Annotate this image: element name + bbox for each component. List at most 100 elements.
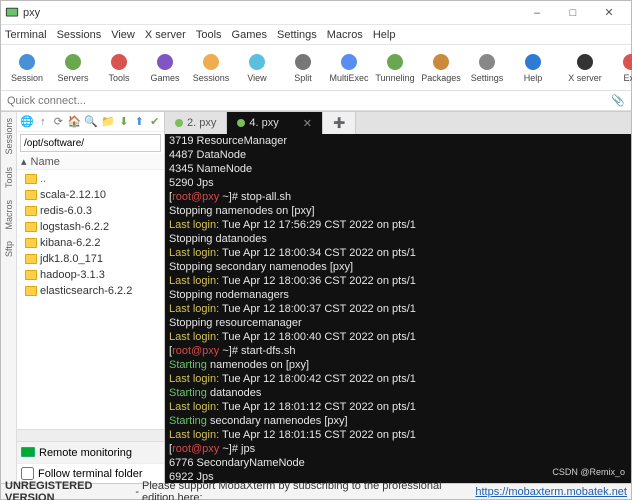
ok-icon: ✔	[149, 115, 161, 129]
sftp-panel: 🌐 ↑ ⟳ 🏠 🔍 📁 ⬇ ⬆ ✔ ▴Name ..scala-2.12.10r…	[17, 112, 165, 483]
folder-icon	[25, 206, 37, 216]
globe-icon[interactable]: 🌐	[20, 115, 34, 129]
path-field[interactable]	[20, 134, 161, 152]
menu-games[interactable]: Games	[232, 29, 267, 41]
quick-connect-label[interactable]: Quick connect...	[7, 95, 86, 107]
refresh-icon[interactable]: ⟳	[52, 115, 64, 129]
close-button[interactable]: ✕	[591, 2, 627, 24]
toolbar-exit-button[interactable]: Exit	[611, 52, 632, 83]
tab-inactive[interactable]: 2. pxy	[165, 112, 227, 134]
folder-icon[interactable]: 📁	[101, 115, 115, 129]
tab-active[interactable]: 4. pxy✕	[227, 112, 323, 134]
up-icon[interactable]: ↑	[37, 115, 49, 129]
file-node[interactable]: jdk1.8.0_171	[19, 251, 162, 267]
status-dot-icon	[237, 119, 245, 127]
sidetab-sessions[interactable]: Sessions	[4, 112, 14, 161]
menubar: Terminal Sessions View X server Tools Games Se…	[1, 25, 631, 45]
exit-icon	[621, 52, 632, 72]
servers-icon	[63, 52, 83, 72]
quick-connect-bar: Quick connect... 📎	[1, 91, 631, 111]
split-icon	[293, 52, 313, 72]
tools-icon	[109, 52, 129, 72]
folder-icon	[25, 238, 37, 248]
home-icon[interactable]: 🏠	[68, 115, 82, 129]
folder-icon	[25, 254, 37, 264]
attach-icon[interactable]: 📎	[611, 94, 625, 107]
sidetab-tools[interactable]: Tools	[4, 161, 14, 194]
path-input[interactable]	[21, 137, 160, 150]
folder-icon	[25, 190, 37, 200]
menu-sessions[interactable]: Sessions	[57, 29, 102, 41]
maximize-button[interactable]: □	[555, 2, 591, 24]
toolbar-session-button[interactable]: Session	[7, 52, 47, 83]
terminal[interactable]: 3719 ResourceManager 4487 DataNode 4345 …	[165, 134, 631, 483]
toolbar-sessions-button[interactable]: Sessions	[191, 52, 231, 83]
main-body: SessionsToolsMacrosSftp 🌐 ↑ ⟳ 🏠 🔍 📁 ⬇ ⬆ …	[1, 111, 631, 483]
sidetab-sftp[interactable]: Sftp	[4, 235, 14, 263]
packages-icon	[431, 52, 451, 72]
sessions-icon	[201, 52, 221, 72]
menu-terminal[interactable]: Terminal	[5, 29, 47, 41]
list-header: ▴Name	[17, 154, 164, 170]
unregistered-label: UNREGISTERED VERSION	[5, 480, 132, 500]
upload-icon[interactable]: ⬆	[133, 115, 145, 129]
search-icon[interactable]: 🔍	[84, 115, 98, 129]
folder-icon	[25, 286, 37, 296]
toolbar-games-button[interactable]: Games	[145, 52, 185, 83]
toolbar-view-button[interactable]: View	[237, 52, 277, 83]
games-icon	[155, 52, 175, 72]
toolbar-tools-button[interactable]: Tools	[99, 52, 139, 83]
toolbar-tunneling-button[interactable]: Tunneling	[375, 52, 415, 83]
menu-macros[interactable]: Macros	[327, 29, 363, 41]
toolbar: SessionServersToolsGamesSessionsViewSpli…	[1, 45, 631, 91]
status-link[interactable]: https://mobaxterm.mobatek.net	[475, 486, 627, 498]
xserver-icon	[575, 52, 595, 72]
statusbar: UNREGISTERED VERSION - Please support Mo…	[1, 483, 631, 499]
toolbar-packages-button[interactable]: Packages	[421, 52, 461, 83]
tunneling-icon	[385, 52, 405, 72]
parent-dir[interactable]: ..	[19, 171, 162, 187]
file-node[interactable]: redis-6.0.3	[19, 203, 162, 219]
app-window: pxy – □ ✕ TerminalSessionsViewX serverTo…	[0, 0, 632, 500]
follow-checkbox[interactable]	[21, 467, 34, 480]
hscrollbar[interactable]	[17, 429, 164, 441]
toolbar-multiexec-button[interactable]: MultiExec	[329, 52, 369, 83]
remote-monitoring-button[interactable]: Remote monitoring	[17, 441, 164, 463]
multiexec-icon	[339, 52, 359, 72]
toolbar-settings-button[interactable]: Settings	[467, 52, 507, 83]
menu-x-server[interactable]: X server	[145, 29, 186, 41]
session-tabs: 2. pxy 4. pxy✕ ➕	[165, 112, 631, 134]
session-icon	[17, 52, 37, 72]
tab-close-icon[interactable]: ✕	[303, 117, 312, 130]
download-icon[interactable]: ⬇	[118, 115, 130, 129]
monitor-icon	[21, 447, 35, 459]
help-icon	[523, 52, 543, 72]
menu-tools[interactable]: Tools	[196, 29, 222, 41]
folder-icon	[25, 222, 37, 232]
titlebar: pxy – □ ✕	[1, 1, 631, 25]
toolbar-xserver-button[interactable]: X server	[565, 52, 605, 83]
new-tab-button[interactable]: ➕	[323, 112, 356, 134]
side-tabs: SessionsToolsMacrosSftp	[1, 112, 17, 483]
settings-icon	[477, 52, 497, 72]
minimize-button[interactable]: –	[519, 2, 555, 24]
app-icon	[5, 6, 19, 20]
file-tree[interactable]: ..scala-2.12.10redis-6.0.3logstash-6.2.2…	[17, 170, 164, 429]
sftp-toolbar: 🌐 ↑ ⟳ 🏠 🔍 📁 ⬇ ⬆ ✔	[17, 112, 164, 132]
file-node[interactable]: logstash-6.2.2	[19, 219, 162, 235]
folder-icon	[25, 270, 37, 280]
toolbar-help-button[interactable]: Help	[513, 52, 553, 83]
toolbar-servers-button[interactable]: Servers	[53, 52, 93, 83]
file-node[interactable]: scala-2.12.10	[19, 187, 162, 203]
toolbar-split-button[interactable]: Split	[283, 52, 323, 83]
view-icon	[247, 52, 267, 72]
menu-help[interactable]: Help	[373, 29, 396, 41]
file-node[interactable]: hadoop-3.1.3	[19, 267, 162, 283]
folder-icon	[25, 174, 37, 184]
file-node[interactable]: kibana-6.2.2	[19, 235, 162, 251]
file-node[interactable]: elasticsearch-6.2.2	[19, 283, 162, 299]
sidetab-macros[interactable]: Macros	[4, 194, 14, 236]
menu-view[interactable]: View	[111, 29, 135, 41]
menu-settings[interactable]: Settings	[277, 29, 317, 41]
terminal-area: 2. pxy 4. pxy✕ ➕ 3719 ResourceManager 44…	[165, 112, 631, 483]
